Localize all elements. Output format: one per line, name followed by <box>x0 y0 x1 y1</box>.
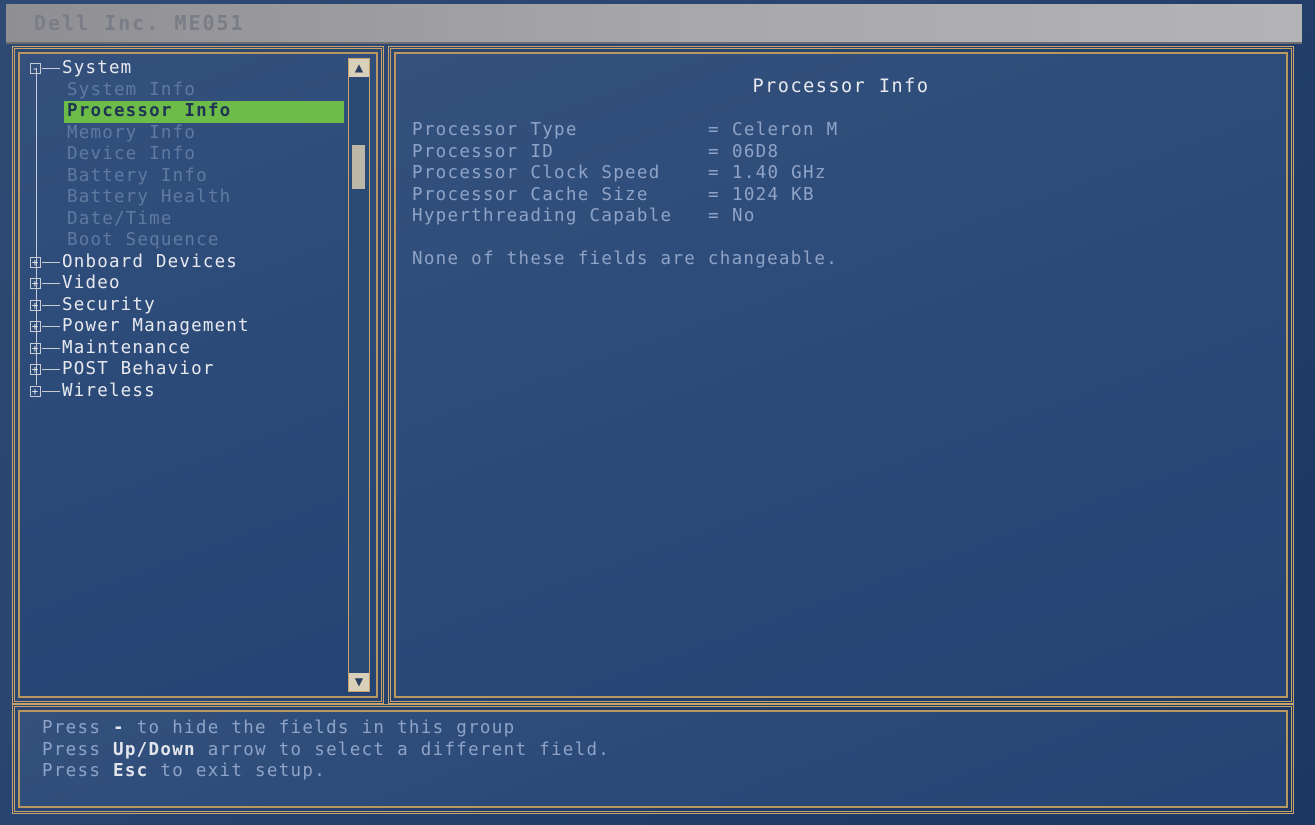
help-text-segment: Press <box>42 718 114 738</box>
tree-group-post-behavior[interactable]: + POST Behavior <box>28 359 358 381</box>
detail-title: Processor Info <box>752 76 930 97</box>
tree-branch <box>42 283 60 284</box>
tree-item-battery-health[interactable]: Battery Health <box>28 187 358 209</box>
help-text-segment: arrow to select a different field. <box>195 739 611 760</box>
expand-icon[interactable]: + <box>30 278 41 289</box>
scrollbar-thumb[interactable] <box>352 145 365 189</box>
expand-icon[interactable]: + <box>30 299 41 311</box>
up-arrow-icon[interactable]: ▲ <box>349 59 369 77</box>
tree-item-label[interactable]: Memory Info <box>64 123 199 145</box>
help-panel: Press - to hide the fields in this group… <box>12 704 1294 814</box>
field-value: 1.40 GHz <box>732 163 827 183</box>
field-row: Processor Type = Celeron M <box>412 120 839 142</box>
field-value: Celeron M <box>732 120 839 140</box>
tree-branch <box>42 347 60 349</box>
tree-item-device-info[interactable]: Device Info <box>28 144 358 166</box>
field-list: Processor Type = Celeron M Processor ID = 06… <box>412 120 839 228</box>
help-line: Press Up/Down arrow to select a differen… <box>42 740 610 762</box>
tree-group-label[interactable]: Security <box>62 295 156 317</box>
title-bar: Dell Inc. ME051 <box>6 4 1302 44</box>
tree-branch <box>42 68 60 69</box>
tree-group-label[interactable]: Power Management <box>62 316 250 338</box>
tree-item-date-time[interactable]: Date/Time <box>28 209 358 231</box>
tree-group-security[interactable]: + Security <box>28 295 358 317</box>
tree-branch <box>42 261 60 263</box>
field-name: Processor Type <box>412 120 578 140</box>
help-key: - <box>113 718 125 738</box>
tree-scrollbar[interactable]: ▲ ▼ <box>348 58 370 692</box>
expand-icon[interactable]: + <box>30 385 41 397</box>
expand-icon[interactable]: + <box>30 342 41 354</box>
field-row: Processor Cache Size = 1024 KB <box>412 185 839 207</box>
help-key: Esc <box>113 761 149 781</box>
tree-item-label[interactable]: Device Info <box>64 144 199 166</box>
tree-group-label[interactable]: Maintenance <box>62 338 191 360</box>
collapse-icon[interactable]: - <box>30 63 41 74</box>
tree-group-onboard-devices[interactable]: + Onboard Devices <box>28 252 358 274</box>
window-title: Dell Inc. ME051 <box>34 11 245 35</box>
tree-group-label[interactable]: System <box>62 58 132 80</box>
expand-icon[interactable]: + <box>30 364 41 375</box>
tree-item-label-selected[interactable]: Processor Info <box>64 101 344 123</box>
field-equals: = <box>708 163 720 183</box>
tree-item-processor-info[interactable]: Processor Info <box>28 101 358 123</box>
field-name: Processor Cache Size <box>412 184 649 205</box>
tree-branch <box>42 326 60 327</box>
field-name: Processor ID <box>412 141 555 162</box>
tree-item-label[interactable]: Battery Health <box>64 187 234 209</box>
field-value: No <box>732 206 756 226</box>
field-equals: = <box>708 184 720 205</box>
field-name: Processor Clock Speed <box>412 163 661 183</box>
field-row: Hyperthreading Capable = No <box>412 206 839 228</box>
tree-branch <box>42 369 60 370</box>
tree-group-label[interactable]: Wireless <box>62 381 156 403</box>
tree-item-memory-info[interactable]: Memory Info <box>28 123 358 145</box>
help-line: Press - to hide the fields in this group <box>42 718 610 740</box>
tree-group-power-management[interactable]: + Power Management <box>28 316 358 338</box>
field-row: Processor Clock Speed = 1.40 GHz <box>412 163 839 185</box>
tree-branch <box>42 390 60 392</box>
tree-branch <box>42 304 60 306</box>
tree-group-wireless[interactable]: + Wireless <box>28 381 358 403</box>
tree-item-label[interactable]: System Info <box>64 80 199 102</box>
tree-group-label[interactable]: Video <box>62 273 121 295</box>
detail-panel: Processor Info Processor Type = Celeron M … <box>388 46 1294 704</box>
help-text-segment: to exit setup. <box>148 761 327 781</box>
down-arrow-icon[interactable]: ▼ <box>349 673 369 691</box>
navigation-panel: - System System Info Processor Info Memo… <box>12 46 384 704</box>
expand-icon[interactable]: + <box>30 321 41 332</box>
help-text-segment: Press <box>42 761 114 781</box>
field-value: 1024 KB <box>732 184 815 205</box>
field-equals: = <box>708 141 720 162</box>
help-text: Press - to hide the fields in this group… <box>42 718 610 783</box>
tree-item-system-info[interactable]: System Info <box>28 80 358 102</box>
help-text-segment: Press <box>42 739 114 760</box>
tree-group-video[interactable]: + Video <box>28 273 358 295</box>
tree-item-label[interactable]: Battery Info <box>64 166 211 188</box>
field-row: Processor ID = 06D8 <box>412 142 839 164</box>
settings-tree: - System System Info Processor Info Memo… <box>28 58 358 402</box>
tree-group-system[interactable]: - System <box>28 58 358 80</box>
tree-item-boot-sequence[interactable]: Boot Sequence <box>28 230 358 252</box>
help-line: Press Esc to exit setup. <box>42 761 610 783</box>
field-equals: = <box>708 120 720 140</box>
help-text-segment: to hide the fields in this group <box>124 718 516 738</box>
readonly-note: None of these fields are changeable. <box>412 249 839 269</box>
tree-group-label[interactable]: Onboard Devices <box>62 252 238 274</box>
field-equals: = <box>708 206 720 226</box>
field-name: Hyperthreading Capable <box>412 206 673 226</box>
tree-group-maintenance[interactable]: + Maintenance <box>28 338 358 360</box>
tree-item-label[interactable]: Boot Sequence <box>64 230 223 252</box>
field-value: 06D8 <box>732 141 780 162</box>
tree-group-label[interactable]: POST Behavior <box>62 359 215 381</box>
expand-icon[interactable]: + <box>30 256 41 268</box>
bios-screen: Dell Inc. ME051 - System System Info Pro… <box>0 0 1315 825</box>
help-key: Up/Down <box>113 739 196 760</box>
tree-item-label[interactable]: Date/Time <box>64 209 176 231</box>
tree-item-battery-info[interactable]: Battery Info <box>28 166 358 188</box>
